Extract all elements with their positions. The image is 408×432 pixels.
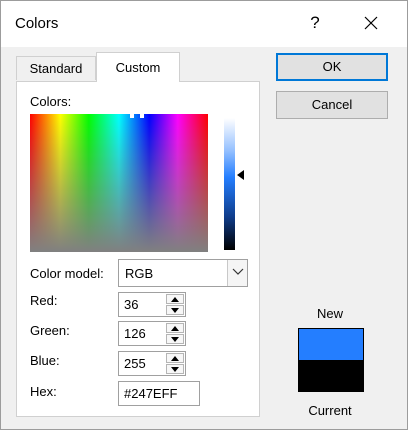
color-spectrum[interactable] <box>30 114 208 252</box>
arrow-down-icon <box>171 367 179 372</box>
red-input[interactable] <box>119 293 163 316</box>
arrow-down-icon <box>171 337 179 342</box>
color-model-value: RGB <box>125 266 154 281</box>
help-button[interactable]: ? <box>299 7 331 39</box>
close-button[interactable] <box>355 7 387 39</box>
blue-label: Blue: <box>30 353 60 368</box>
spectrum-crosshair <box>130 114 134 118</box>
tab-standard[interactable]: Standard <box>16 56 96 80</box>
hex-field <box>118 381 200 406</box>
green-label: Green: <box>30 323 70 338</box>
red-increment-button[interactable] <box>166 294 184 304</box>
new-color-swatch <box>298 328 364 360</box>
green-increment-button[interactable] <box>166 323 184 333</box>
title-bar: Colors ? <box>1 1 407 47</box>
hex-label: Hex: <box>30 384 57 399</box>
spectrum-crosshair-right <box>140 114 144 118</box>
current-color-label: Current <box>308 403 352 418</box>
current-color-swatch <box>298 360 364 392</box>
green-input[interactable] <box>119 322 163 345</box>
arrow-up-icon <box>171 297 179 302</box>
colors-label: Colors: <box>30 94 72 109</box>
blue-decrement-button[interactable] <box>166 364 184 374</box>
color-model-label: Color model: <box>30 266 104 281</box>
color-model-dropdown[interactable]: RGB <box>118 259 248 287</box>
red-decrement-button[interactable] <box>166 305 184 315</box>
green-stepper <box>118 321 186 346</box>
blue-stepper <box>118 351 186 376</box>
luminance-slider[interactable] <box>224 118 235 250</box>
hex-input[interactable] <box>119 382 199 405</box>
cancel-button[interactable]: Cancel <box>276 91 388 119</box>
luminance-slider-arrow[interactable] <box>237 170 244 180</box>
red-stepper <box>118 292 186 317</box>
blue-input[interactable] <box>119 352 163 375</box>
dialog-title: Colors <box>15 15 59 32</box>
arrow-down-icon <box>171 308 179 313</box>
ok-button[interactable]: OK <box>276 53 388 81</box>
blue-increment-button[interactable] <box>166 353 184 363</box>
color-model-dropdown-button[interactable] <box>227 260 247 286</box>
green-decrement-button[interactable] <box>166 334 184 344</box>
red-label: Red: <box>30 293 58 308</box>
close-icon <box>364 16 378 30</box>
tab-custom[interactable]: Custom <box>96 52 180 82</box>
chevron-down-icon <box>232 268 244 275</box>
arrow-up-icon <box>171 326 179 331</box>
new-color-label: New <box>316 306 343 321</box>
arrow-up-icon <box>171 356 179 361</box>
